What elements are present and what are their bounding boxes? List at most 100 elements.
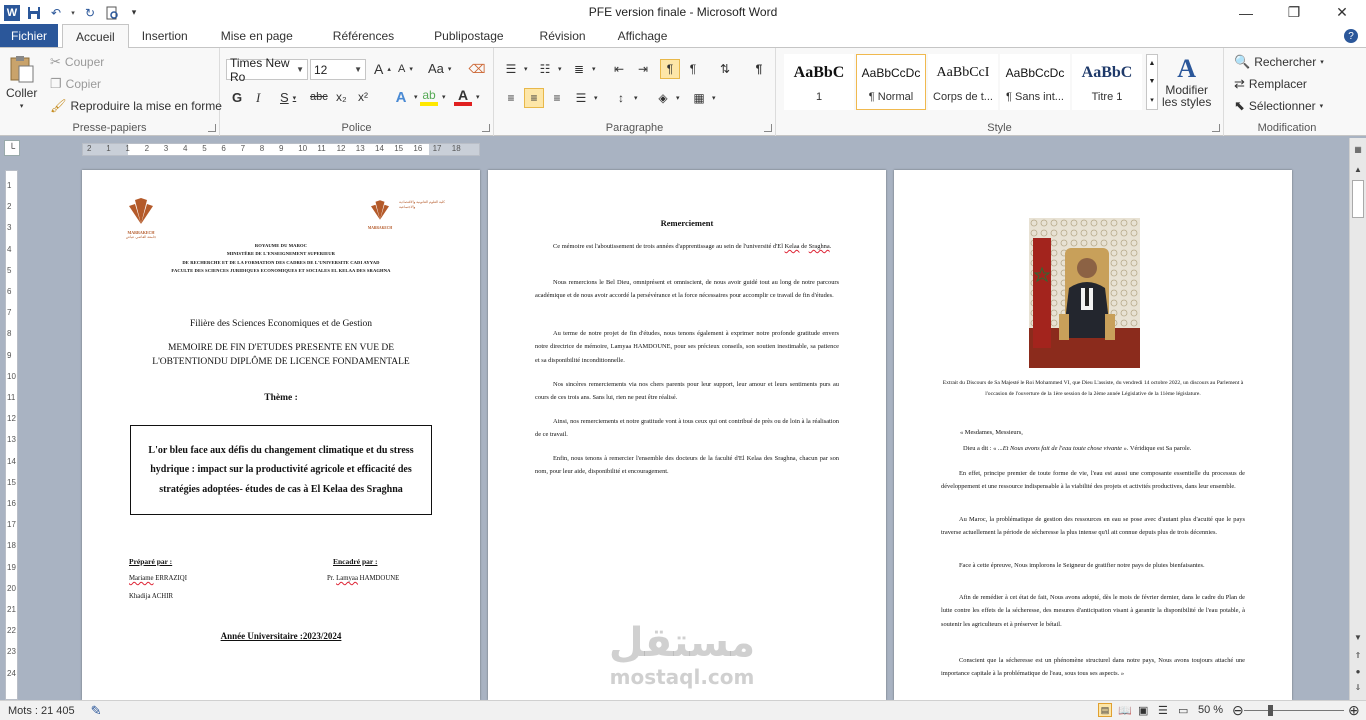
vertical-ruler[interactable]: 1 2 3 4 5 6 7 8 9 10 11 12 13 14 15 16 17 18 19 20 21 22 23 24 — [5, 170, 18, 700]
web-layout-icon[interactable]: ▣ — [1138, 704, 1148, 717]
proofing-icon[interactable]: ✎ — [91, 703, 102, 719]
cut-button[interactable]: ✂ Couper — [50, 54, 104, 70]
italic-button[interactable]: I — [256, 90, 260, 106]
page-2[interactable]: Remerciement Ce mémoire est l'aboutissem… — [488, 170, 886, 700]
strikethrough-button[interactable]: abc — [310, 91, 328, 103]
scroll-thumb[interactable] — [1352, 180, 1364, 218]
styles-up-icon[interactable]: ▲ — [1149, 60, 1156, 67]
highlight-button[interactable]: ab ▾ — [420, 88, 446, 106]
styles-down-icon[interactable]: ▼ — [1149, 78, 1156, 85]
customize-qat-icon[interactable]: ▾ — [126, 5, 142, 21]
multilevel-list-button[interactable]: ≣ ▾ — [570, 60, 596, 78]
styles-launcher-icon[interactable] — [1212, 124, 1220, 132]
zoom-in-icon[interactable]: ⊕ — [1348, 702, 1360, 719]
style-sans-interligne[interactable]: AaBbCcDc ¶ Sans int... — [1000, 54, 1070, 110]
scroll-up-icon[interactable]: ▲ — [1350, 162, 1366, 176]
superscript-button[interactable]: x² — [358, 90, 368, 104]
bullets-button[interactable]: ☰ ▾ — [502, 60, 528, 78]
save-icon[interactable] — [26, 5, 42, 21]
show-marks-button[interactable]: ¶ — [750, 60, 768, 78]
increase-indent-button[interactable]: ⇥ — [634, 60, 652, 78]
zoom-slider-thumb[interactable] — [1268, 705, 1273, 716]
styles-more-icon[interactable]: ▾ — [1150, 96, 1154, 104]
line-spacing-button[interactable]: ↕ ▾ — [612, 89, 638, 107]
tab-publipostage[interactable]: Publipostage — [414, 24, 523, 47]
change-case-button[interactable]: Aa ▾ — [428, 61, 451, 76]
style-normal[interactable]: AaBbCcDc ¶ Normal — [856, 54, 926, 110]
page-3[interactable]: Extrait du Discours de Sa Majesté le Roi… — [894, 170, 1292, 700]
copy-button[interactable]: ❐ Copier — [50, 76, 101, 92]
zoom-slider[interactable] — [1244, 710, 1344, 711]
select-button[interactable]: ⬉ Sélectionner ▾ — [1234, 98, 1323, 114]
minimize-button[interactable]: — — [1222, 0, 1270, 25]
align-center-button[interactable]: ≡ — [524, 88, 544, 108]
clipboard-launcher-icon[interactable] — [208, 124, 216, 132]
text-effects-button[interactable]: A ▾ — [392, 88, 418, 106]
previous-page-icon[interactable]: ⇑ — [1350, 648, 1366, 662]
ltr-button[interactable]: ¶ — [660, 59, 680, 79]
numbering-button[interactable]: ☷ ▾ — [536, 60, 562, 78]
print-layout-icon[interactable]: ▤ — [1098, 703, 1112, 717]
tab-selector-icon[interactable]: └ — [4, 140, 20, 156]
find-button[interactable]: 🔍 Rechercher ▾ — [1234, 54, 1324, 70]
close-button[interactable]: ✕ — [1318, 0, 1366, 25]
font-color-button[interactable]: A ▾ — [454, 87, 480, 106]
word-count[interactable]: Mots : 21 405 — [8, 705, 75, 717]
underline-button[interactable]: S ▾ — [280, 90, 296, 105]
ruler-toggle-icon[interactable]: ▦ — [1350, 142, 1366, 156]
style-corps-sample: AaBbCcI — [936, 65, 990, 80]
word-logo-icon[interactable]: W — [4, 4, 20, 21]
modify-styles-button[interactable]: A Modifier les styles — [1162, 54, 1211, 108]
decrease-indent-button[interactable]: ⇤ — [610, 60, 628, 78]
page-1[interactable]: MARRAKECH جامعة القاضي عياض MARRAKECH كل… — [82, 170, 480, 700]
undo-icon[interactable]: ↶ — [48, 5, 64, 21]
tab-affichage[interactable]: Affichage — [602, 24, 684, 47]
full-screen-reading-icon[interactable]: 📖 — [1118, 704, 1132, 717]
justify-button[interactable]: ☰ ▾ — [572, 89, 598, 107]
font-family-select[interactable]: Times New Ro ▼ — [226, 56, 308, 84]
vertical-scrollbar[interactable]: ▦ ▲ ▼ ⇑ ● ⇓ — [1349, 138, 1366, 700]
next-page-icon[interactable]: ⇓ — [1350, 680, 1366, 694]
print-preview-icon[interactable] — [104, 5, 120, 21]
grow-font-button[interactable]: A ▴ — [374, 61, 391, 77]
redo-icon[interactable]: ↻ — [82, 5, 98, 21]
browse-object-icon[interactable]: ● — [1350, 664, 1366, 678]
sort-button[interactable]: ⇅ — [716, 60, 734, 78]
format-painter-button[interactable]: 🖌 Reproduire la mise en forme — [50, 98, 222, 114]
restore-button[interactable]: ❐ — [1270, 0, 1318, 25]
borders-button[interactable]: ▦ ▾ — [690, 89, 715, 107]
undo-dropdown-icon[interactable]: ▾ — [70, 5, 76, 21]
tab-accueil[interactable]: Accueil — [62, 24, 129, 48]
style-1[interactable]: AaBbC 1 — [784, 54, 854, 110]
rtl-button[interactable]: ¶ — [684, 60, 702, 78]
outline-icon[interactable]: ☰ — [1158, 704, 1168, 717]
shrink-font-button[interactable]: A ▾ — [398, 63, 413, 75]
style-corps-de-texte[interactable]: AaBbCcI Corps de t... — [928, 54, 998, 110]
tab-insertion[interactable]: Insertion — [129, 24, 201, 47]
zoom-level[interactable]: 50 % — [1198, 704, 1223, 716]
align-left-button[interactable]: ≡ — [502, 89, 520, 107]
scroll-down-icon[interactable]: ▼ — [1350, 630, 1366, 644]
styles-scroll[interactable]: ▲ ▼ ▾ — [1146, 54, 1158, 110]
tab-mise-en-page[interactable]: Mise en page — [201, 24, 313, 47]
paste-button[interactable]: Coller ▾ — [6, 54, 37, 110]
align-right-button[interactable]: ≡ — [548, 89, 566, 107]
tab-revision[interactable]: Révision — [524, 24, 602, 47]
tab-references[interactable]: Références — [313, 24, 414, 47]
bold-button[interactable]: G — [232, 90, 242, 105]
replace-button[interactable]: ⇄ Remplacer — [1234, 76, 1307, 92]
zoom-out-icon[interactable]: ⊖ — [1232, 702, 1244, 719]
logo-left-subtext: جامعة القاضي عياض — [125, 235, 157, 239]
tab-fichier[interactable]: Fichier — [0, 24, 59, 47]
shading-button[interactable]: ◈ ▾ — [654, 89, 679, 107]
paragraph-launcher-icon[interactable] — [764, 124, 772, 132]
clear-formatting-button[interactable]: ⌫ — [468, 60, 486, 78]
subscript-button[interactable]: x₂ — [336, 90, 347, 104]
horizontal-ruler[interactable]: 2 1 1 2 3 4 5 6 7 8 9 10 11 12 13 14 15 16 17 18 — [82, 143, 480, 156]
help-icon[interactable]: ? — [1344, 29, 1358, 43]
font-size-select[interactable]: 12 ▼ — [310, 59, 366, 80]
font-launcher-icon[interactable] — [482, 124, 490, 132]
style-titre-1[interactable]: AaBbC Titre 1 — [1072, 54, 1142, 110]
find-label: Rechercher — [1254, 55, 1317, 69]
draft-icon[interactable]: ▭ — [1178, 704, 1188, 717]
